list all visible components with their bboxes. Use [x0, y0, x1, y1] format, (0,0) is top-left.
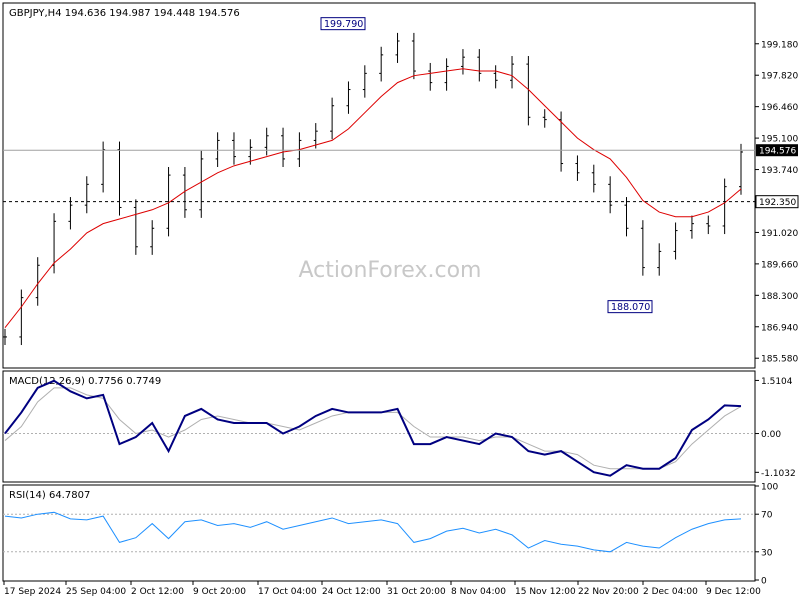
forex-chart: ActionForex.com GBPJPY,H4 194.636 194.98…: [0, 0, 800, 600]
last-price-value: 194.576: [759, 147, 796, 157]
price-y-tick-label: 193.740: [761, 166, 798, 176]
rsi-y-tick-label: 100: [761, 483, 778, 493]
price-y-tick-label: 186.940: [761, 323, 798, 333]
rsi-y-tick-label: 70: [761, 511, 773, 521]
price-annotation-label: 199.790: [324, 19, 363, 30]
price-y-tick-label: 196.460: [761, 103, 798, 113]
macd-title: MACD(12,26,9) 0.7756 0.7749: [9, 376, 161, 387]
chart-background: [0, 0, 800, 600]
price-y-tick-label: 189.660: [761, 260, 798, 270]
x-tick-label: 17 Oct 04:00: [258, 587, 317, 597]
level-value: 192.350: [759, 198, 796, 208]
x-tick-label: 31 Oct 20:00: [387, 587, 446, 597]
rsi-y-tick-label: 0: [761, 577, 767, 587]
price-annotation-label: 188.070: [611, 302, 650, 313]
x-tick-label: 17 Sep 2024: [4, 587, 61, 597]
watermark-text: ActionForex.com: [299, 258, 482, 283]
price-y-tick-label: 188.300: [761, 292, 798, 302]
price-y-tick-label: 191.020: [761, 229, 798, 239]
x-tick-label: 2 Dec 04:00: [643, 587, 698, 597]
rsi-y-tick-label: 30: [761, 548, 773, 558]
x-tick-label: 25 Sep 04:00: [66, 587, 126, 597]
price-chart-title: GBPJPY,H4 194.636 194.987 194.448 194.57…: [9, 8, 240, 19]
price-y-tick-label: 195.100: [761, 135, 798, 145]
x-tick-label: 22 Nov 20:00: [578, 587, 639, 597]
price-y-tick-label: 185.580: [761, 355, 798, 365]
macd-y-tick-label: 0.00: [761, 430, 781, 440]
x-tick-label: 8 Nov 04:00: [451, 587, 506, 597]
x-tick-label: 9 Dec 12:00: [706, 587, 761, 597]
price-y-tick-label: 197.820: [761, 72, 798, 82]
macd-y-tick-label: -1.1032: [761, 469, 796, 479]
x-tick-label: 9 Oct 20:00: [193, 587, 246, 597]
x-tick-label: 15 Nov 12:00: [515, 587, 576, 597]
rsi-title: RSI(14) 64.7807: [9, 490, 90, 501]
macd-y-tick-label: 1.5104: [761, 377, 793, 387]
chart-canvas: ActionForex.com GBPJPY,H4 194.636 194.98…: [0, 0, 800, 600]
x-tick-label: 24 Oct 12:00: [322, 587, 381, 597]
x-tick-label: 2 Oct 12:00: [131, 587, 184, 597]
price-y-tick-label: 199.180: [761, 40, 798, 50]
